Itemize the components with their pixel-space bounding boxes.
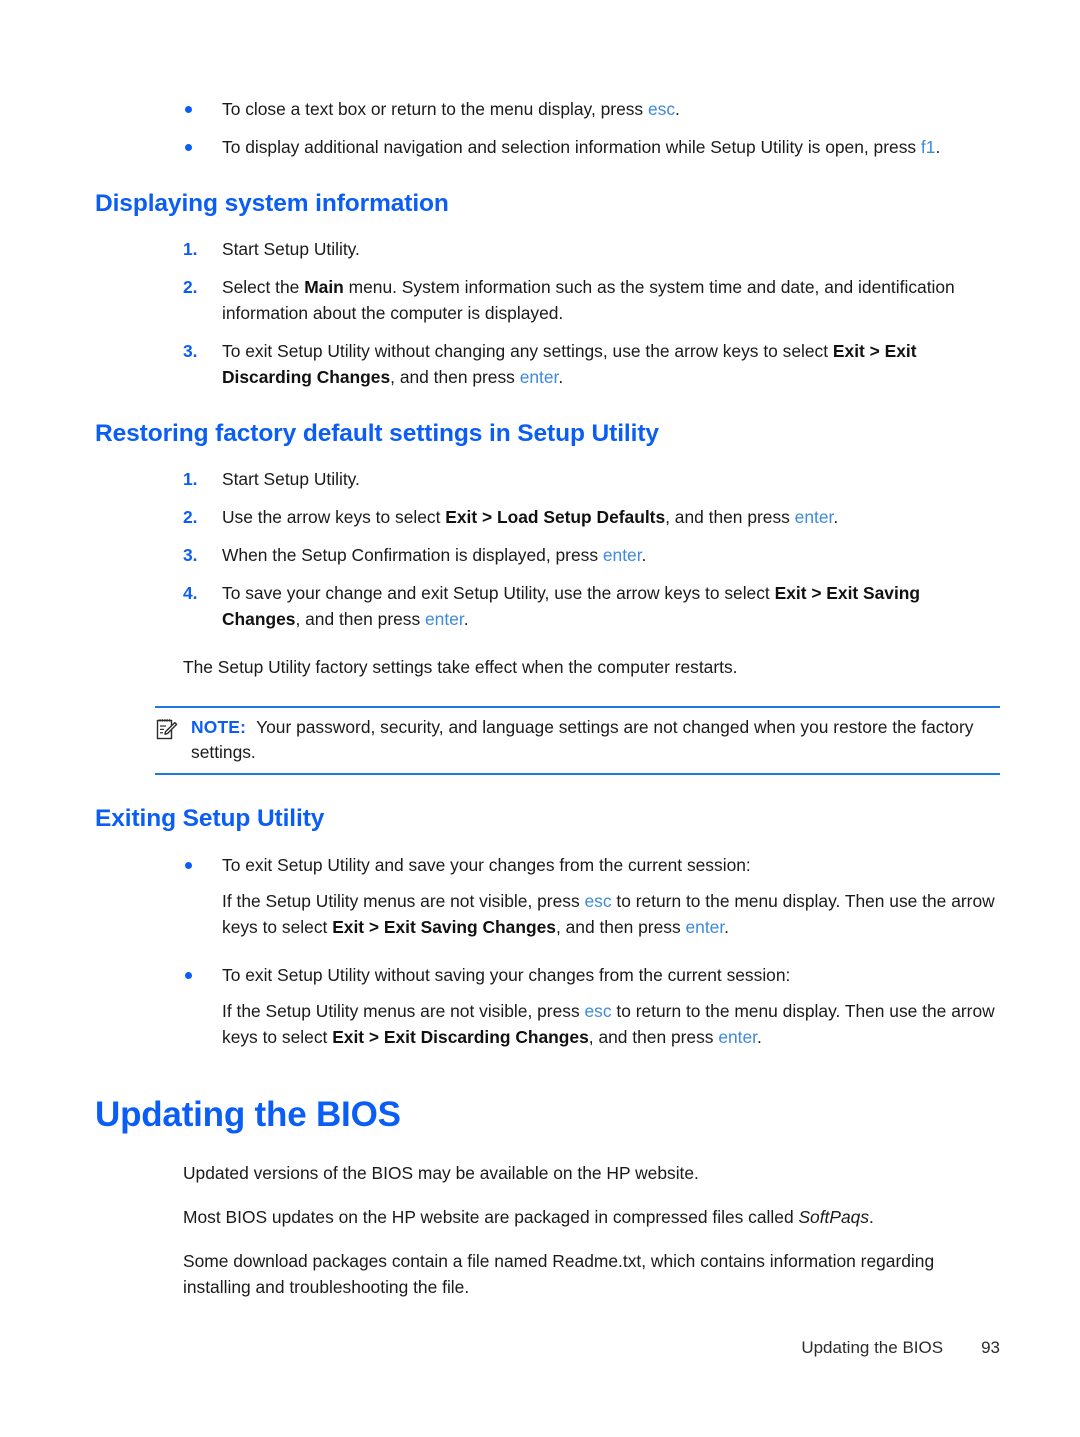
menu-path: Exit > Load Setup Defaults [445, 507, 666, 528]
menu-path: Exit > Exit Saving Changes [332, 916, 556, 937]
bullets-exiting-setup-utility: To exit Setup Utility and save your chan… [95, 852, 1000, 878]
list-item: 4. To save your change and exit Setup Ut… [95, 580, 1000, 632]
intro-bullet-list: To close a text box or return to the men… [95, 96, 1000, 160]
step-text: Start Setup Utility. [222, 469, 360, 490]
closing-paragraph: The Setup Utility factory settings take … [183, 657, 738, 678]
list-item: 1. Start Setup Utility. [95, 236, 1000, 262]
note-content: NOTE: Your password, security, and langua… [155, 715, 1000, 765]
step-number: 2. [183, 277, 198, 298]
list-item: 1. Start Setup Utility. [95, 466, 1000, 492]
key-name: enter [602, 545, 642, 566]
list-item: 3. To exit Setup Utility without changin… [95, 338, 1000, 390]
chapter-paragraph: Some download packages contain a file na… [183, 1251, 935, 1298]
term-softpaqs: SoftPaqs [798, 1207, 870, 1228]
step-number: 1. [183, 239, 198, 260]
section-heading-restoring-factory-defaults: Restoring factory default settings in Se… [95, 420, 659, 448]
key-name: esc [584, 1000, 612, 1021]
key-name: enter [718, 1026, 758, 1047]
bullet-detail-paragraph: If the Setup Utility menus are not visib… [222, 890, 995, 937]
bullet-dot-icon [185, 971, 192, 979]
section-heading-exiting-setup-utility: Exiting Setup Utility [95, 805, 325, 833]
list-item: 2. Select the Main menu. System informat… [95, 274, 1000, 326]
key-name: enter [794, 507, 834, 528]
step-number: 1. [183, 469, 198, 490]
page-content: To close a text box or return to the men… [95, 96, 1000, 1300]
step-text: When the Setup Confirmation is displayed… [222, 545, 647, 566]
menu-path: Exit > Exit Discarding Changes [332, 1026, 589, 1047]
key-name: enter [425, 609, 464, 630]
list-item: 3. When the Setup Confirmation is displa… [95, 542, 1000, 568]
step-text: Start Setup Utility. [222, 239, 360, 260]
key-name: f1 [920, 137, 936, 157]
list-item: To exit Setup Utility and save your chan… [95, 852, 1000, 878]
step-text: Use the arrow keys to select Exit > Load… [222, 507, 839, 528]
key-name: enter [519, 367, 559, 388]
chapter-paragraph: Updated versions of the BIOS may be avai… [183, 1163, 699, 1184]
step-number: 3. [183, 545, 198, 566]
step-number: 2. [183, 507, 198, 528]
steps-displaying-system-information: 1. Start Setup Utility. 2. Select the Ma… [95, 236, 1000, 390]
step-text: Select the Main menu. System information… [222, 277, 955, 324]
key-name: enter [685, 916, 725, 937]
step-number: 4. [183, 583, 198, 604]
bullet-lead-text: To exit Setup Utility without saving you… [222, 964, 791, 985]
bullet-dot-icon [185, 106, 192, 113]
step-text: To save your change and exit Setup Utili… [222, 583, 921, 630]
note-label: NOTE: [191, 717, 247, 738]
bullet-detail-paragraph: If the Setup Utility menus are not visib… [222, 1000, 995, 1047]
bullet-lead-text: To exit Setup Utility and save your chan… [222, 854, 751, 875]
page-footer: Updating the BIOS 93 [95, 1338, 1000, 1358]
list-item: To exit Setup Utility without saving you… [95, 962, 1000, 988]
note-pencil-icon [155, 717, 179, 741]
chapter-heading-updating-the-bios: Updating the BIOS [95, 1094, 401, 1134]
chapter-paragraph: Most BIOS updates on the HP website are … [183, 1207, 874, 1228]
bullet-text: To display additional navigation and sel… [222, 137, 941, 157]
bullet-dot-icon [185, 861, 192, 869]
menu-path: Main [304, 277, 344, 298]
list-item: 2. Use the arrow keys to select Exit > L… [95, 504, 1000, 530]
key-name: esc [647, 99, 676, 119]
note-box: NOTE: Your password, security, and langua… [155, 706, 1000, 776]
footer-title: Updating the BIOS [801, 1338, 944, 1357]
footer-page-number: 93 [981, 1338, 1000, 1357]
step-number: 3. [183, 341, 198, 362]
list-item: To display additional navigation and sel… [95, 134, 1000, 160]
list-item: To close a text box or return to the men… [95, 96, 1000, 122]
bullets-exiting-setup-utility-2: To exit Setup Utility without saving you… [95, 962, 1000, 988]
section-heading-displaying-system-information: Displaying system information [95, 190, 449, 217]
key-name: esc [584, 890, 612, 911]
steps-restoring-factory-defaults: 1. Start Setup Utility. 2. Use the arrow… [95, 466, 1000, 632]
note-text: Your password, security, and language se… [191, 717, 974, 763]
step-text: To exit Setup Utility without changing a… [222, 341, 917, 388]
bullet-text: To close a text box or return to the men… [222, 99, 680, 119]
document-page: To close a text box or return to the men… [0, 0, 1080, 1437]
bullet-dot-icon [185, 144, 192, 151]
